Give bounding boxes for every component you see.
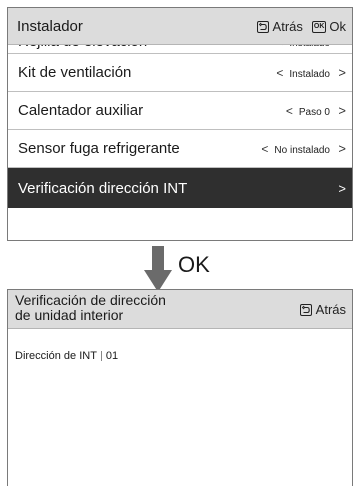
list-item-value: < Paso 0 — [286, 104, 330, 118]
chevron-left-icon: < — [261, 141, 269, 156]
chevron-right-icon: > — [338, 65, 346, 80]
list-item-value: < No instalado — [261, 142, 330, 156]
back-icon[interactable] — [299, 303, 312, 316]
header-bar: Instalador Atrás OK Ok — [8, 8, 352, 45]
list-item-label: Verificación dirección INT — [18, 179, 188, 197]
address-label: Dirección de INT — [15, 350, 97, 362]
value-text: No instalado — [274, 144, 330, 156]
list-item-value: < Instalado — [276, 66, 330, 80]
back-button[interactable]: Atrás — [316, 302, 346, 317]
value-text: Paso 0 — [298, 106, 330, 118]
list-item-label: Calentador auxiliar — [18, 102, 144, 119]
address-value: 01 — [105, 350, 119, 362]
address-check-screen: Verificación de dirección de unidad inte… — [7, 289, 353, 486]
divider — [100, 351, 102, 361]
chevron-right-icon: > — [338, 103, 346, 118]
chevron-right-icon: > — [338, 141, 346, 156]
header-actions: Atrás OK Ok — [256, 19, 346, 34]
list-item-calentador[interactable]: Calentador auxiliar < Paso 0 > — [8, 92, 352, 130]
page-title: Verificación de dirección de unidad inte… — [15, 293, 235, 323]
header-actions: Atrás — [299, 302, 346, 317]
value-text: Instalado — [289, 68, 330, 80]
header-bar: Verificación de dirección de unidad inte… — [8, 290, 352, 329]
list-item-verificacion-int[interactable]: Verificación dirección INT > — [8, 168, 352, 208]
chevron-right-icon: > — [338, 180, 346, 196]
installer-screen: Rejilla de elevación <Instalado > Kit de… — [7, 7, 353, 241]
page-title-line1: Verificación de dirección — [15, 292, 166, 308]
address-readout: Dirección de INT 01 — [15, 350, 118, 362]
down-arrow-icon — [144, 246, 172, 292]
ok-button[interactable]: Ok — [329, 19, 346, 34]
back-button[interactable]: Atrás — [273, 19, 303, 34]
list-item-label: Kit de ventilación — [18, 64, 132, 81]
back-icon[interactable] — [256, 20, 269, 33]
chevron-left-icon: < — [285, 103, 293, 118]
list-item-label: Sensor fuga refrigerante — [18, 140, 180, 157]
ok-icon[interactable]: OK — [311, 20, 327, 33]
chevron-left-icon: < — [276, 65, 284, 80]
settings-list: Rejilla de elevación <Instalado > Kit de… — [8, 33, 352, 208]
page-title: Instalador — [17, 18, 83, 35]
list-item-kit-ventilacion[interactable]: Kit de ventilación < Instalado > — [8, 54, 352, 92]
transition-ok-label: OK — [178, 252, 210, 277]
list-item-sensor-fuga[interactable]: Sensor fuga refrigerante < No instalado > — [8, 130, 352, 168]
page-title-line2: de unidad interior — [15, 307, 124, 323]
